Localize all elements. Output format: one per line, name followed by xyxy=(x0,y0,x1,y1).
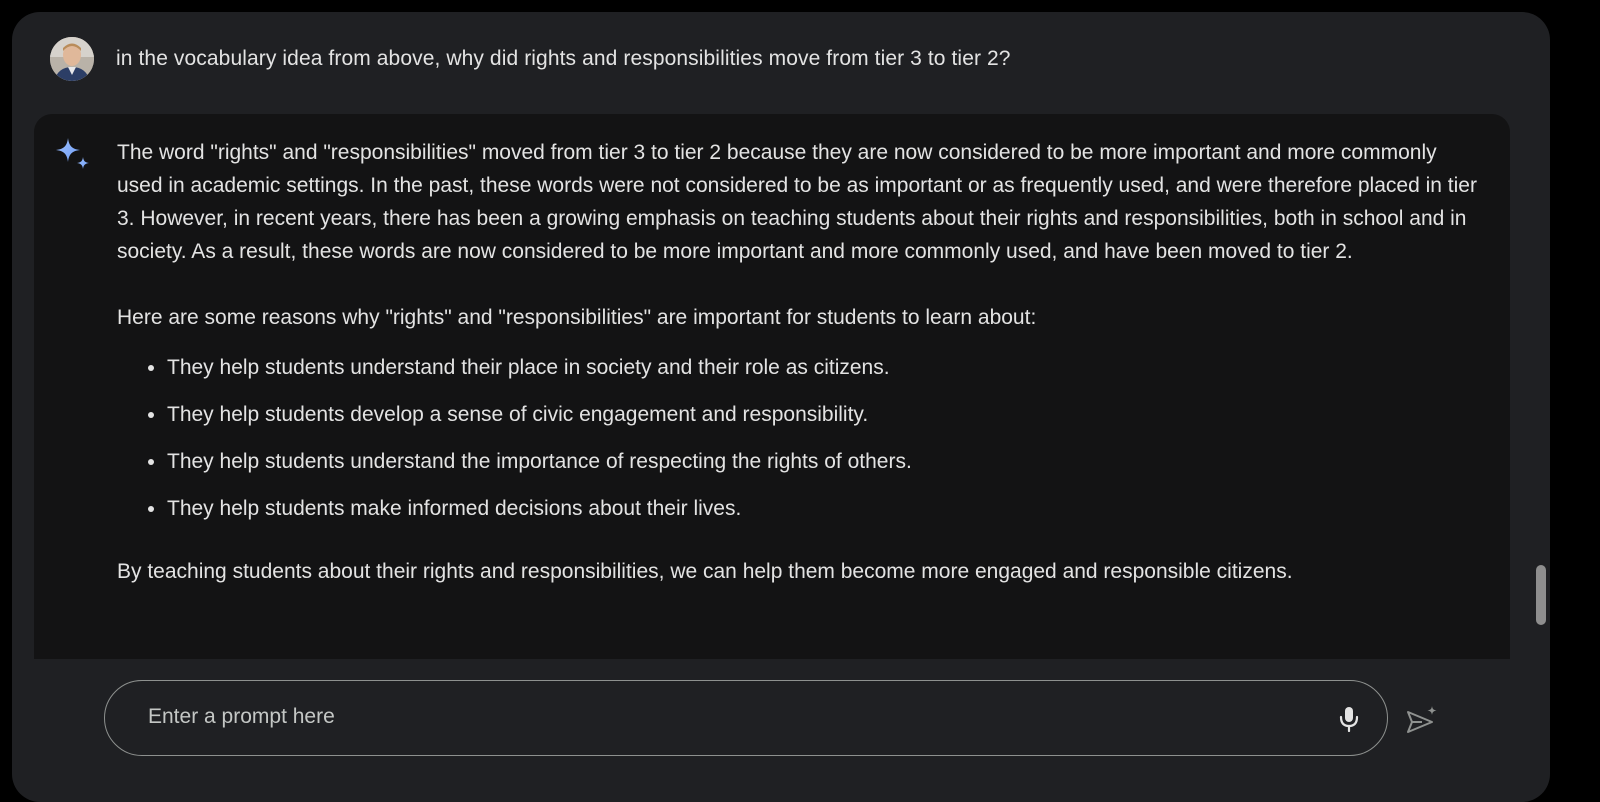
response-card: The word "rights" and "responsibilities"… xyxy=(34,114,1510,659)
response-body: The word "rights" and "responsibilities"… xyxy=(117,136,1477,588)
scrollbar-thumb[interactable] xyxy=(1536,565,1546,625)
response-paragraph: Here are some reasons why "rights" and "… xyxy=(117,306,1037,329)
user-message: in the vocabulary idea from above, why d… xyxy=(50,36,1011,82)
send-button[interactable] xyxy=(1402,700,1442,740)
list-item: They help students understand the import… xyxy=(167,445,1477,478)
prompt-input-bar xyxy=(104,680,1388,756)
microphone-icon xyxy=(1339,707,1359,732)
gemini-sparkle-icon xyxy=(52,134,92,174)
list-item: They help students make informed decisio… xyxy=(167,492,1477,525)
send-sparkle-icon xyxy=(1407,706,1437,733)
response-paragraph: The word "rights" and "responsibilities"… xyxy=(117,141,1477,263)
prompt-input[interactable] xyxy=(148,705,1298,729)
microphone-button[interactable] xyxy=(1329,699,1369,739)
response-paragraph: By teaching students about their rights … xyxy=(117,560,1293,583)
chat-window: in the vocabulary idea from above, why d… xyxy=(12,12,1550,802)
user-avatar[interactable] xyxy=(50,37,94,81)
list-item: They help students understand their plac… xyxy=(167,351,1477,384)
reasons-list: They help students understand their plac… xyxy=(117,351,1477,525)
user-message-text: in the vocabulary idea from above, why d… xyxy=(116,47,1011,70)
list-item: They help students develop a sense of ci… xyxy=(167,398,1477,431)
